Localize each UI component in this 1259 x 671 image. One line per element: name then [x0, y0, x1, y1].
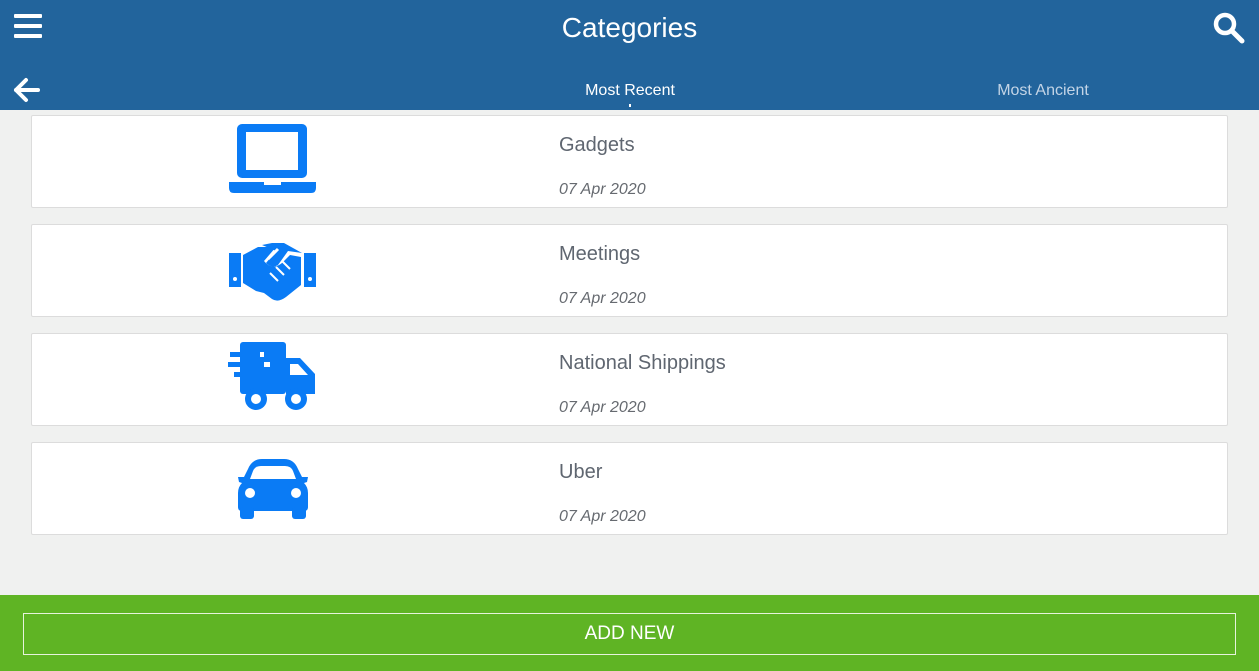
category-name: Meetings [559, 243, 641, 265]
category-list: Gadgets 07 Apr 2020 Meetings 07 Apr 2020 [31, 115, 1228, 551]
category-name: Uber [559, 461, 603, 483]
footer-bar: ADD NEW [0, 595, 1259, 671]
add-new-button[interactable]: ADD NEW [23, 613, 1236, 655]
category-date: 07 Apr 2020 [559, 508, 646, 525]
app-header: Categories Most Recent Most Ancient [0, 0, 1259, 110]
category-name: Gadgets [559, 134, 635, 156]
arrow-left-icon[interactable] [12, 76, 42, 104]
search-icon[interactable] [1212, 11, 1246, 45]
category-item-gadgets[interactable]: Gadgets 07 Apr 2020 [31, 115, 1228, 208]
active-tab-indicator [629, 104, 631, 107]
tab-most-ancient[interactable]: Most Ancient [973, 82, 1113, 100]
category-item-meetings[interactable]: Meetings 07 Apr 2020 [31, 224, 1228, 317]
laptop-icon [228, 122, 318, 202]
category-item-national-shippings[interactable]: National Shippings 07 Apr 2020 [31, 333, 1228, 426]
shipping-fast-icon [228, 340, 318, 420]
category-date: 07 Apr 2020 [559, 290, 646, 307]
category-item-uber[interactable]: Uber 07 Apr 2020 [31, 442, 1228, 535]
category-date: 07 Apr 2020 [559, 181, 646, 198]
car-icon [228, 449, 318, 529]
handshake-icon [228, 231, 318, 311]
tab-most-recent[interactable]: Most Recent [560, 82, 700, 100]
category-name: National Shippings [559, 352, 726, 374]
category-date: 07 Apr 2020 [559, 399, 646, 416]
page-title: Categories [561, 12, 698, 43]
